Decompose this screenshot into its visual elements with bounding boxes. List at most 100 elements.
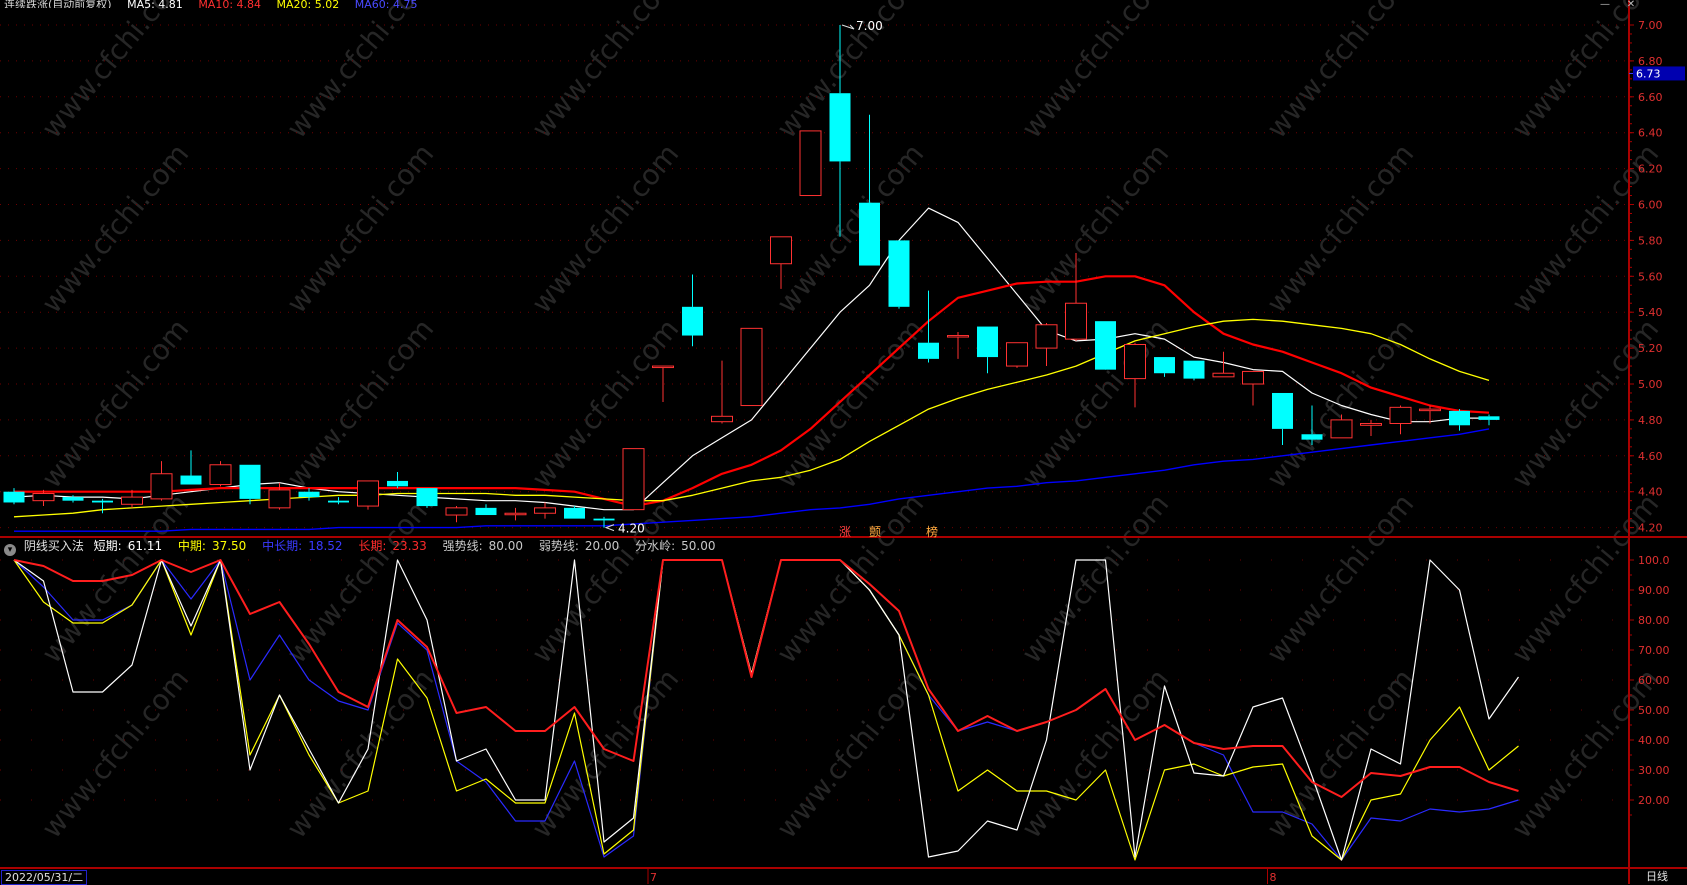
candle-body-up	[445, 507, 468, 516]
long-term-item: 长期: 23.33	[358, 539, 432, 553]
candle-body-down	[1449, 410, 1470, 426]
price-tick-label: 6.00	[1638, 199, 1663, 212]
event-mark-label: 涨	[839, 524, 851, 539]
candle-body-down	[475, 507, 497, 516]
month-label: 8	[1270, 871, 1277, 884]
candle-body-down	[593, 518, 615, 521]
ma5-label: MA5: 4.81	[127, 0, 183, 8]
price-tick-label: 6.80	[1638, 55, 1663, 68]
candle-body-down	[1301, 434, 1323, 440]
price-tick-label: 6.40	[1638, 127, 1663, 140]
mid-term-value: 37.50	[211, 539, 247, 553]
watershed-value: 50.00	[681, 539, 716, 553]
candle-body-up	[504, 512, 527, 516]
minimize-button[interactable]: —	[1598, 0, 1612, 10]
strong-line-item: 强势线: 80.00	[443, 539, 529, 553]
indicator-tick-label: 40.00	[1638, 734, 1670, 747]
watershed-item: 分水岭: 50.00	[635, 539, 721, 553]
close-button[interactable]: ✕	[1624, 0, 1638, 10]
candle-body-down	[1272, 392, 1293, 429]
ma10-label: MA10: 4.84	[198, 0, 262, 8]
candle-body-up	[1360, 422, 1382, 426]
candle-body-up	[652, 365, 674, 369]
indicator-tick-label: 60.00	[1638, 674, 1670, 687]
candle-body-down	[92, 500, 113, 503]
candle-body-up	[209, 464, 232, 486]
candle-body-up	[1065, 302, 1087, 340]
price-tick-label: 5.00	[1638, 378, 1663, 391]
mid-long-term-value: 18.52	[308, 539, 343, 553]
candle-body-down	[859, 202, 880, 266]
weak-line-label: 弱势线:	[538, 539, 579, 553]
candle-body-up	[121, 496, 143, 505]
candle-body-down	[1095, 321, 1116, 370]
candle-body-down	[239, 464, 261, 499]
candle-body-up	[1212, 372, 1235, 378]
short-term-value: 61.11	[127, 539, 163, 553]
candle-body-down	[1478, 416, 1500, 420]
month-label: 7	[650, 871, 657, 884]
price-tick-label: 4.40	[1638, 486, 1663, 499]
chart-header: 连续跌涨(自动前复权) MA5: 4.81 MA10: 4.84 MA20: 5…	[4, 0, 429, 8]
current-date-label: 2022/05/31/二	[1, 870, 88, 885]
price-tick-label: 4.60	[1638, 450, 1663, 463]
long-term-value: 23.33	[392, 539, 427, 553]
ma20-label: MA20: 5.02	[276, 0, 340, 8]
long-term-label: 长期:	[358, 539, 387, 553]
price-tick-label: 5.80	[1638, 234, 1663, 247]
candle-body-up	[1389, 406, 1412, 424]
candle-body-up	[711, 415, 733, 423]
indicator-name: 阴线买入法	[23, 539, 84, 553]
candle-body-up	[1330, 419, 1353, 439]
collapse-icon[interactable]: ▾	[4, 544, 16, 556]
candle-body-up	[622, 448, 645, 511]
candle-body-down	[328, 500, 349, 503]
candle-body-down	[977, 326, 998, 358]
strong-line-value: 80.00	[488, 539, 524, 553]
candle-body-down	[180, 475, 202, 485]
short-term-label: 短期:	[93, 539, 122, 553]
price-tick-label: 5.60	[1638, 270, 1663, 283]
candle-body-up	[268, 489, 291, 509]
indicator-tick-label: 100.0	[1638, 554, 1670, 567]
candle-body-up	[1035, 324, 1058, 349]
strong-line-label: 强势线:	[442, 539, 483, 553]
indicator-tick-label: 50.00	[1638, 704, 1670, 717]
indicator-tick-label: 70.00	[1638, 644, 1670, 657]
high-price-label: 7.00	[856, 19, 883, 33]
price-tick-label: 5.40	[1638, 306, 1663, 319]
candle-body-up	[1419, 408, 1441, 412]
candle-body-up	[150, 473, 173, 500]
price-tick-label: 6.20	[1638, 163, 1663, 176]
candle-body-down	[416, 488, 438, 507]
candle-body-up	[1124, 344, 1146, 380]
candle-body-down	[298, 491, 320, 498]
short-term-item: 短期: 61.11	[94, 539, 168, 553]
candle-body-down	[387, 480, 408, 487]
indicator-tick-label: 30.00	[1638, 764, 1670, 777]
weak-line-item: 弱势线: 20.00	[539, 539, 625, 553]
candle-body-up	[740, 327, 763, 407]
candle-body-up	[1006, 342, 1028, 367]
candle-body-down	[62, 497, 84, 501]
low-price-label: 4.20	[618, 522, 645, 536]
price-tick-label: 4.20	[1638, 522, 1663, 535]
mid-long-term-label: 中长期:	[262, 539, 303, 553]
price-tick-label: 7.00	[1638, 19, 1663, 32]
candle-body-up	[32, 492, 55, 502]
candle-body-down	[888, 240, 910, 307]
candle-body-up	[770, 236, 792, 265]
candle-body-down	[1154, 357, 1175, 374]
indicator-tick-label: 20.00	[1638, 794, 1670, 807]
indicator-header: ▾ 阴线买入法 短期: 61.11 中期: 37.50 中长期: 18.52 长期: 2…	[4, 537, 727, 556]
period-label[interactable]: 日线	[1646, 870, 1668, 883]
stock-title: 连续跌涨(自动前复权)	[4, 0, 112, 8]
candle-body-down	[1183, 360, 1205, 379]
price-tick-label: 6.60	[1638, 91, 1663, 104]
candle-body-down	[829, 93, 851, 162]
candle-body-down	[682, 306, 703, 336]
indicator-tick-label: 80.00	[1638, 614, 1670, 627]
candle-body-up	[799, 130, 822, 197]
candle-body-down	[918, 342, 939, 359]
candle-body-down	[3, 491, 25, 503]
